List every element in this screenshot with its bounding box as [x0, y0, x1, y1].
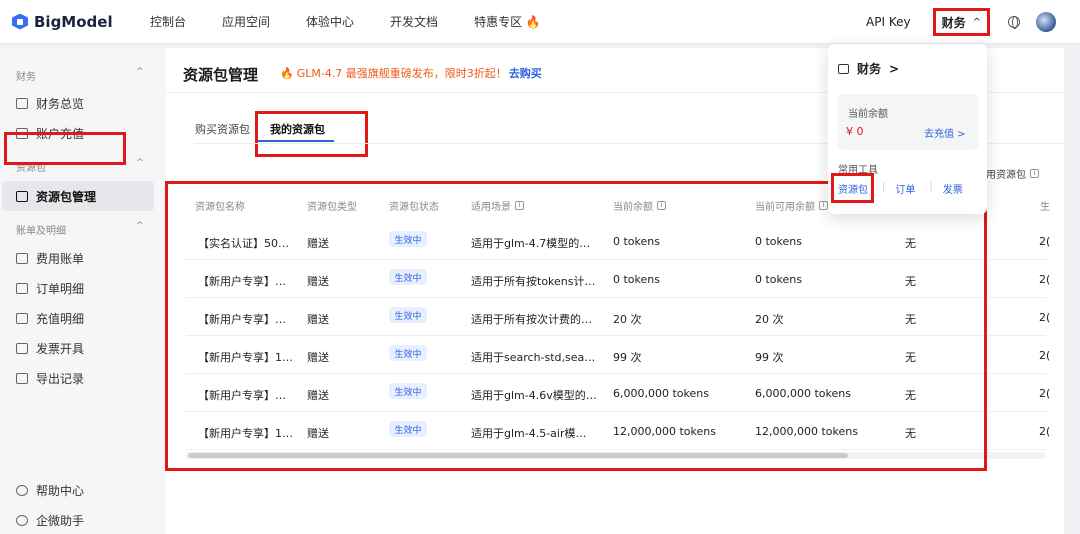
- bigmodel-logo-icon: [12, 13, 28, 30]
- balance-card: 当前余额 ¥ 0 去充值 >: [838, 94, 978, 150]
- sidebar-group-label: 财务: [16, 72, 36, 83]
- sidebar-group-bills[interactable]: 账单及明细 ^: [16, 221, 144, 237]
- sidebar-item-topup-detail[interactable]: 充值明细: [16, 308, 84, 328]
- package-extra: 2(: [1039, 273, 1051, 286]
- chevron-up-icon: ^: [136, 221, 144, 231]
- highlight-box-dropdown-link: [831, 173, 874, 203]
- filter-label: 用资源包: [986, 170, 1026, 181]
- sidebar-item-package-manage[interactable]: 资源包管理: [16, 186, 96, 206]
- info-icon: i: [1030, 169, 1039, 178]
- chevron-up-icon: ^: [136, 67, 144, 77]
- balance-label: 当前余额: [848, 109, 888, 120]
- sidebar-item-export-records[interactable]: 导出记录: [16, 368, 84, 388]
- sidebar-item-label: 费用账单: [36, 251, 85, 266]
- topup-detail-icon: [16, 312, 28, 324]
- package-extra: 2(: [1039, 349, 1051, 362]
- sidebar-item-expense-bill[interactable]: 费用账单: [16, 248, 84, 268]
- avatar[interactable]: [1036, 12, 1056, 32]
- sidebar-item-label: 导出记录: [36, 371, 85, 386]
- package-extra: 2(: [1039, 425, 1051, 438]
- column-header: 生: [1040, 202, 1050, 213]
- divider: |: [929, 181, 933, 192]
- api-key-link[interactable]: API Key: [866, 15, 911, 29]
- invoice-icon: [16, 342, 28, 354]
- bill-icon: [16, 252, 28, 264]
- fire-icon: 🔥: [280, 66, 294, 80]
- tool-link-orders[interactable]: 订单: [895, 181, 915, 196]
- sidebar-item-invoice[interactable]: 发票开具: [16, 338, 84, 358]
- top-navbar: BigModel 控制台 应用空间 体验中心 开发文档 特惠专区 🔥 API K…: [0, 0, 1080, 44]
- sidebar-item-label: 资源包管理: [36, 189, 97, 204]
- sidebar-item-label: 财务总览: [36, 96, 85, 111]
- nav-console[interactable]: 控制台: [150, 13, 186, 30]
- sidebar-item-label: 充值明细: [36, 311, 85, 326]
- export-icon: [16, 372, 28, 384]
- package-extra: 2(: [1039, 235, 1051, 248]
- promo-banner: 🔥 GLM-4.7 最强旗舰重磅发布，限时3折起！ 去购买: [280, 65, 542, 81]
- chevron-up-icon: ^: [972, 16, 981, 28]
- help-icon: [16, 484, 28, 496]
- wecom-icon: [16, 514, 28, 526]
- sidebar-item-order-detail[interactable]: 订单明细: [16, 278, 84, 298]
- sidebar-item-label: 企微助手: [36, 513, 85, 528]
- page-title: 资源包管理: [183, 66, 259, 84]
- divider: |: [882, 181, 886, 192]
- package-extra: 2(: [1039, 387, 1051, 400]
- dropdown-title: 财务: [857, 62, 882, 76]
- sidebar-item-label: 发票开具: [36, 341, 85, 356]
- nav-dev-docs[interactable]: 开发文档: [390, 13, 438, 30]
- nav-special-offers[interactable]: 特惠专区 🔥: [474, 13, 541, 30]
- order-icon: [16, 282, 28, 294]
- wallet-icon: [16, 97, 28, 109]
- sidebar-item-label: 订单明细: [36, 281, 85, 296]
- sidebar-item-finance-overview[interactable]: 财务总览: [16, 93, 84, 113]
- sidebar-group-finance[interactable]: 财务 ^: [16, 67, 144, 83]
- promo-buy-link[interactable]: 去购买: [509, 65, 542, 81]
- package-extra: 2(: [1039, 311, 1051, 324]
- highlight-box-tab: [255, 111, 368, 157]
- finance-menu-label: 财务: [941, 15, 966, 30]
- brand-logo[interactable]: BigModel: [12, 13, 132, 31]
- tab-buy-packages[interactable]: 购买资源包: [195, 121, 250, 137]
- topup-link[interactable]: 去充值 >: [924, 125, 966, 140]
- filter-available-packages[interactable]: 用资源包 i: [986, 166, 1039, 181]
- sidebar-item-wecom-assistant[interactable]: 企微助手: [16, 510, 84, 530]
- tool-link-invoice[interactable]: 发票: [943, 181, 963, 196]
- nav-links: 控制台 应用空间 体验中心 开发文档 特惠专区 🔥: [150, 13, 577, 30]
- nav-app-space[interactable]: 应用空间: [222, 13, 270, 30]
- sidebar-group-label: 账单及明细: [16, 226, 66, 237]
- wallet-icon: [838, 63, 849, 74]
- balance-value: ¥ 0: [846, 125, 864, 138]
- chevron-right-icon: >: [889, 61, 900, 76]
- globe-icon[interactable]: [1008, 16, 1020, 29]
- sidebar: 财务 ^ 财务总览 账户充值 资源包 ^ 资源包管理 账单及明细 ^ 费用账单 …: [0, 48, 166, 534]
- dropdown-finance-link[interactable]: 财务 >: [838, 60, 899, 77]
- nav-experience-center[interactable]: 体验中心: [306, 13, 354, 30]
- sidebar-item-help-center[interactable]: 帮助中心: [16, 480, 84, 500]
- highlight-box-sidebar: [4, 132, 126, 165]
- nav-right: API Key 财务 ^: [866, 0, 1080, 44]
- finance-menu-button[interactable]: 财务 ^: [932, 8, 990, 36]
- chevron-up-icon: ^: [136, 158, 144, 168]
- package-icon: [16, 190, 28, 202]
- promo-text: GLM-4.7 最强旗舰重磅发布，限时3折起！: [296, 67, 507, 80]
- brand-name: BigModel: [34, 12, 113, 31]
- highlight-box-table: [165, 181, 987, 471]
- sidebar-item-label: 帮助中心: [36, 483, 85, 498]
